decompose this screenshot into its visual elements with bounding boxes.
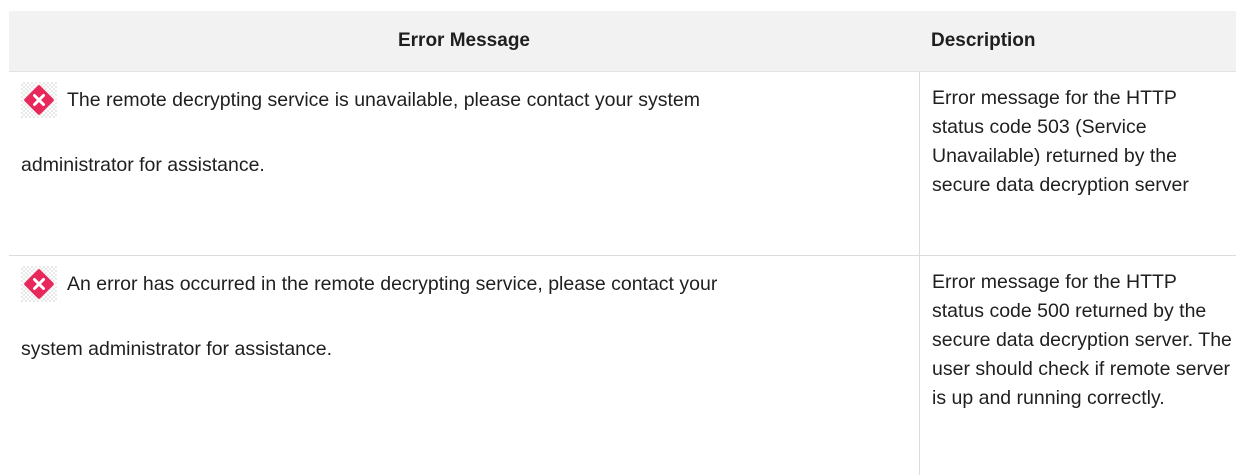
error-message-cell: The remote decrypting service is unavail… — [9, 72, 919, 255]
description-cell: Error message for the HTTP status code 5… — [919, 256, 1236, 475]
header-description: Description — [931, 30, 1036, 51]
error-message-continuation: system administrator for assistance. — [21, 338, 333, 360]
description-cell: Error message for the HTTP status code 5… — [919, 72, 1236, 255]
error-message-text: An error has occurred in the remote decr… — [67, 272, 718, 295]
error-message-line: The remote decrypting service is unavail… — [21, 82, 700, 118]
table-row: The remote decrypting service is unavail… — [9, 72, 1236, 256]
header-cell-error-message: Error Message — [9, 11, 919, 71]
error-icon — [21, 266, 57, 302]
error-messages-table: Error Message Description The remote dec… — [9, 11, 1236, 475]
description-text: Error message for the HTTP status code 5… — [932, 87, 1189, 196]
table-row: An error has occurred in the remote decr… — [9, 256, 1236, 475]
error-message-continuation: administrator for assistance. — [21, 154, 265, 176]
error-icon — [21, 82, 57, 118]
error-message-line: An error has occurred in the remote decr… — [21, 266, 717, 302]
table-header-row: Error Message Description — [9, 11, 1236, 72]
description-text: Error message for the HTTP status code 5… — [932, 271, 1232, 409]
header-cell-description: Description — [919, 11, 1236, 71]
header-error-message: Error Message — [397, 30, 530, 51]
error-message-text: The remote decrypting service is unavail… — [67, 88, 700, 111]
error-message-cell: An error has occurred in the remote decr… — [9, 256, 919, 475]
